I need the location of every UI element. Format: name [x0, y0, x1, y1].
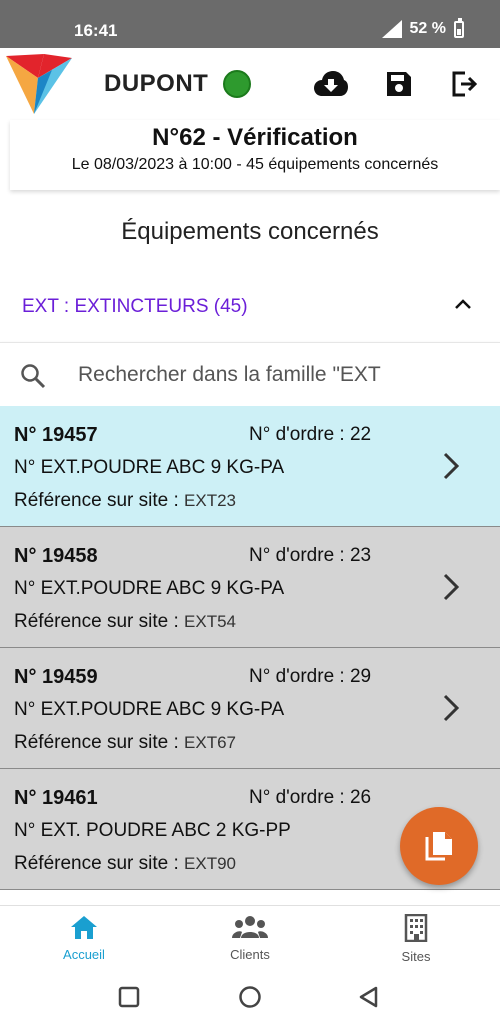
- reference-value: EXT54: [184, 612, 237, 631]
- visit-summary-card: N°62 - Vérification Le 08/03/2023 à 10:0…: [10, 120, 500, 190]
- family-accordion-header[interactable]: EXT : EXTINCTEURS (45): [0, 286, 500, 332]
- nav-label: Clients: [230, 947, 270, 962]
- search-icon: [21, 364, 46, 389]
- copy-fab-button[interactable]: [400, 807, 478, 885]
- signal-icon: [381, 20, 402, 38]
- save-button[interactable]: [381, 68, 417, 100]
- equipment-description: N° EXT.POUDRE ABC 9 KG-PA: [14, 457, 285, 478]
- reference-label: Référence sur site :: [14, 853, 185, 874]
- cloud-download-button[interactable]: [313, 68, 349, 100]
- equipment-order: N° d'ordre : 23: [249, 545, 372, 566]
- building-icon: [404, 913, 428, 943]
- nav-item-accueil[interactable]: Accueil: [24, 914, 144, 962]
- reference-label: Référence sur site :: [14, 490, 185, 511]
- nav-item-clients[interactable]: Clients: [190, 914, 310, 962]
- equipment-description: N° EXT.POUDRE ABC 9 KG-PA: [14, 578, 285, 599]
- user-name: DUPONT: [104, 70, 209, 97]
- copy-document-icon: [425, 832, 452, 861]
- equipment-item[interactable]: N° 19457 N° d'ordre : 22 N° EXT.POUDRE A…: [0, 406, 500, 527]
- equipment-order: N° d'ordre : 22: [249, 424, 372, 445]
- section-title: Équipements concernés: [121, 218, 379, 245]
- nav-item-sites[interactable]: Sites: [356, 913, 476, 964]
- equipment-reference: Référence sur site : EXT90: [14, 853, 236, 875]
- equipment-number: N° 19457: [14, 424, 98, 446]
- equipment-number: N° 19459: [14, 666, 98, 688]
- status-time: 16:41: [74, 21, 118, 40]
- system-navigation-bar: [0, 975, 500, 1024]
- equipment-reference: Référence sur site : EXT67: [14, 732, 236, 754]
- reference-label: Référence sur site :: [14, 611, 185, 632]
- chevron-right-icon: [443, 573, 460, 601]
- chevron-right-icon: [443, 452, 460, 480]
- equipment-reference: Référence sur site : EXT23: [14, 490, 236, 512]
- equipment-number: N° 19458: [14, 545, 98, 567]
- reference-value: EXT90: [184, 854, 237, 873]
- status-bar: 16:41 52 %: [0, 0, 500, 48]
- equipment-item[interactable]: N° 19459 N° d'ordre : 29 N° EXT.POUDRE A…: [0, 648, 500, 769]
- equipment-description: N° EXT. POUDRE ABC 2 KG-PP: [14, 820, 291, 841]
- nav-label: Sites: [401, 949, 431, 964]
- group-icon: [232, 916, 268, 938]
- logout-button[interactable]: [447, 68, 483, 100]
- battery-icon: [454, 17, 464, 38]
- search-bar: [0, 342, 500, 406]
- nav-label: Accueil: [63, 947, 105, 962]
- equipment-description: N° EXT.POUDRE ABC 9 KG-PA: [14, 699, 285, 720]
- equipment-item[interactable]: N° 19458 N° d'ordre : 23 N° EXT.POUDRE A…: [0, 527, 500, 648]
- chevron-up-icon: [455, 299, 471, 309]
- online-status-indicator: [223, 70, 251, 98]
- reference-value: EXT67: [184, 733, 237, 752]
- visit-subtitle: Le 08/03/2023 à 10:00 - 45 équipements c…: [71, 156, 439, 173]
- back-button[interactable]: [357, 985, 379, 1009]
- equipment-number: N° 19461: [14, 787, 98, 809]
- company-logo: [6, 54, 72, 114]
- home-icon: [71, 916, 97, 939]
- home-button[interactable]: [238, 985, 262, 1009]
- equipment-order: N° d'ordre : 26: [249, 787, 372, 808]
- app-header: DUPONT: [0, 48, 500, 120]
- visit-title: N°62 - Vérification: [152, 124, 358, 151]
- equipment-order: N° d'ordre : 29: [249, 666, 372, 687]
- logout-icon: [452, 71, 478, 97]
- save-icon: [387, 72, 411, 96]
- battery-percent: 52 %: [409, 20, 446, 37]
- reference-value: EXT23: [184, 491, 237, 510]
- equipment-reference: Référence sur site : EXT54: [14, 611, 236, 633]
- bottom-navigation: Accueil Clients Sites: [0, 905, 500, 975]
- search-input[interactable]: [78, 357, 478, 393]
- cloud-download-icon: [314, 71, 348, 96]
- reference-label: Référence sur site :: [14, 732, 185, 753]
- family-label: EXT : EXTINCTEURS (45): [22, 296, 248, 317]
- chevron-right-icon: [443, 694, 460, 722]
- recents-button[interactable]: [118, 986, 140, 1008]
